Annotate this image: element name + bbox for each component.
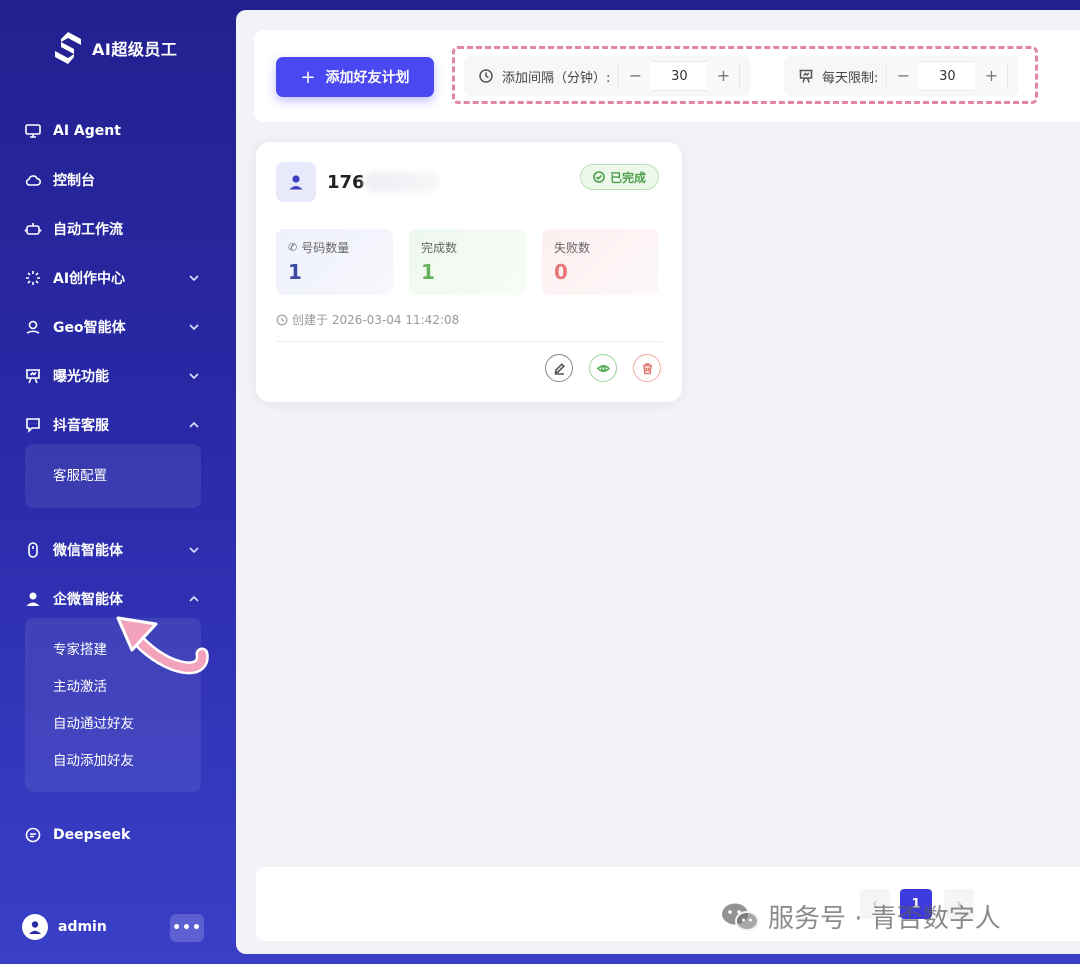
trash-icon [642,362,652,374]
view-button[interactable] [589,354,617,382]
chat-icon [24,416,42,434]
interval-decrement-button[interactable]: − [619,61,652,91]
add-friend-plan-button[interactable]: + 添加好友计划 [276,57,434,97]
eye-icon [596,364,610,372]
stat-completed: 完成数 1 [409,229,526,295]
cloud-icon [24,171,42,189]
sidebar-item-label: AI Agent [53,123,121,139]
stat-value: 1 [288,260,302,284]
sidebar-subitem-service-config[interactable]: 客服配置 [25,458,201,495]
brand-logo-icon [55,32,81,64]
chevron-down-icon[interactable] [188,321,200,333]
sidebar-item-douyin-service[interactable]: 抖音客服 [24,410,204,440]
daily-limit-control: 每天限制: − 30 + [784,56,1019,96]
stat-failed: 失败数 0 [542,229,659,295]
presentation-icon [798,68,814,84]
interval-control: 添加间隔（分钟）: − 30 + [464,56,751,96]
avatar [22,914,48,940]
sidebar-subitem-auto-add-friend[interactable]: 自动添加好友 [25,743,201,780]
phone-icon: ✆ [288,241,298,254]
created-time: 创建于 2026-03-04 11:42:08 [276,311,459,328]
main-panel: + 添加好友计划 添加间隔（分钟）: − 30 + 每天限制: − 30 + 1 [236,10,1080,954]
redacted-text [364,172,440,192]
daily-limit-increment-button[interactable]: + [975,61,1008,91]
pointer-arrow-icon [116,616,209,675]
sidebar-item-ai-creation[interactable]: AI创作中心 [24,263,204,293]
user-profile[interactable]: admin [22,914,107,940]
daily-limit-decrement-button[interactable]: − [887,61,920,91]
chevron-down-icon[interactable] [188,544,200,556]
sidebar-item-workflow[interactable]: 自动工作流 [24,214,204,244]
user-icon [276,162,316,202]
sidebar-item-label: 微信智能体 [53,543,123,559]
sidebar-item-deepseek[interactable]: Deepseek [24,820,204,850]
interval-stepper: − 30 + [618,61,741,91]
watermark-text: 服务号 · 青否数字人 [768,904,1001,934]
sidebar-item-console[interactable]: 控制台 [24,165,204,195]
plus-icon: + [300,66,316,88]
chevron-up-icon[interactable] [188,419,200,431]
daily-limit-input[interactable]: 30 [919,69,975,84]
sidebar-item-label: 自动工作流 [53,222,123,238]
user-name: admin [58,919,107,935]
sidebar-item-label: AI创作中心 [53,271,126,287]
clock-icon [276,313,288,326]
status-badge: 已完成 [580,164,660,190]
clock-icon [478,68,494,84]
edit-button[interactable] [545,354,573,382]
sidebar-item-wechat-agent[interactable]: 微信智能体 [24,535,204,565]
mouse-icon [24,541,42,559]
robot-icon [24,220,42,238]
interval-increment-button[interactable]: + [707,61,740,91]
monitor-icon [24,122,42,140]
sidebar-item-geo[interactable]: Geo智能体 [24,312,204,342]
stat-total-numbers: ✆ 号码数量 1 [276,229,393,295]
pencil-icon [553,362,565,375]
more-options-button[interactable]: ••• [170,914,204,942]
daily-limit-stepper: − 30 + [886,61,1009,91]
sidebar-item-label: 抖音客服 [53,418,109,434]
sidebar-item-label: 企微智能体 [53,592,123,608]
sidebar-item-label: Deepseek [53,827,131,843]
check-circle-icon [593,171,605,183]
daily-limit-label: 每天限制: [822,70,879,86]
sidebar-item-label: 控制台 [53,173,95,189]
interval-label: 添加间隔（分钟）: [502,70,611,86]
submenu-douyin: 客服配置 [25,444,201,508]
watermark: 服务号 · 青否数字人 [720,898,1001,935]
sidebar-item-ai-agent[interactable]: AI Agent [24,116,204,146]
delete-button[interactable] [633,354,661,382]
sidebar-item-label: Geo智能体 [53,320,126,336]
sidebar: AI超级员工 AI Agent 控制台 自动工作流 AI创作中心 Geo智能体 … [0,0,236,964]
brand-name: AI超级员工 [92,40,178,59]
plan-title: 176 [327,172,365,193]
interval-input[interactable]: 30 [651,69,707,84]
message-icon [24,826,42,844]
brand[interactable]: AI超级员工 [52,30,177,66]
sidebar-item-label: 曝光功能 [53,369,109,385]
user-icon [24,590,42,608]
friend-plan-card: 176 已完成 ✆ 号码数量 1 完成数 1 失败数 0 创建于 2026-03-… [256,142,682,402]
sparkle-icon [24,269,42,287]
sidebar-item-wecom-agent[interactable]: 企微智能体 [24,584,204,614]
sidebar-item-exposure[interactable]: 曝光功能 [24,361,204,391]
divider [276,341,662,342]
map-pin-icon [24,318,42,336]
stat-value: 0 [554,260,568,284]
wechat-logo-icon [722,903,759,931]
presentation-icon [24,367,42,385]
chevron-down-icon[interactable] [188,370,200,382]
chevron-up-icon[interactable] [188,593,200,605]
chevron-down-icon[interactable] [188,272,200,284]
sidebar-subitem-auto-accept-friend[interactable]: 自动通过好友 [25,706,201,743]
stat-value: 1 [421,260,435,284]
toolbar: + 添加好友计划 添加间隔（分钟）: − 30 + 每天限制: − 30 + [254,30,1080,122]
